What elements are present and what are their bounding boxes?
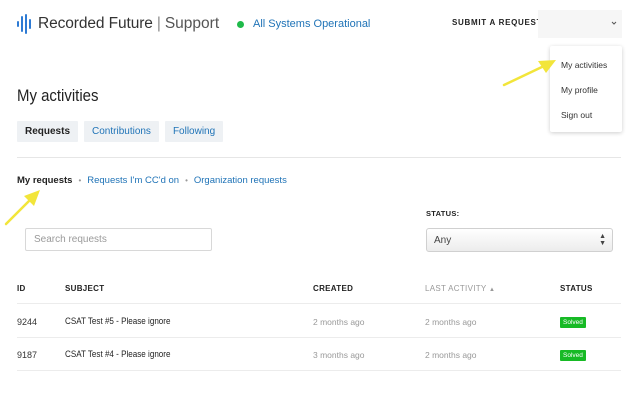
status-badge: Solved <box>560 350 586 361</box>
sort-ascending-icon: ▲ <box>488 287 496 293</box>
status-badge: Solved <box>560 317 586 328</box>
page-title: My activities <box>17 86 99 105</box>
subnav-my-requests[interactable]: My requests <box>17 175 72 186</box>
tab-contributions[interactable]: Contributions <box>84 121 159 142</box>
subnav-requests-ccd[interactable]: Requests I'm CC'd on <box>87 175 179 186</box>
chevron-down-icon <box>611 21 617 25</box>
search-input[interactable] <box>26 229 211 250</box>
column-header-subject[interactable]: SUBJECT <box>65 284 104 293</box>
request-subject-link[interactable]: CSAT Test #5 - Please ignore <box>65 316 170 327</box>
menu-item-sign-out[interactable]: Sign out <box>561 110 592 120</box>
row-divider <box>17 303 621 304</box>
menu-item-my-activities[interactable]: My activities <box>561 60 607 70</box>
subnav-separator: • <box>78 176 82 185</box>
search-requests-field[interactable] <box>25 228 212 251</box>
activity-tabs: Requests Contributions Following <box>17 121 224 142</box>
request-id: 9244 <box>17 317 38 327</box>
submit-request-link[interactable]: SUBMIT A REQUEST <box>452 18 542 27</box>
user-menu-dropdown: My activities My profile Sign out <box>550 46 622 132</box>
select-updown-icon: ▲ ▼ <box>599 233 606 247</box>
annotation-arrow-icon <box>502 60 556 87</box>
system-status-link[interactable]: All Systems Operational <box>253 18 370 30</box>
section-divider <box>17 157 621 158</box>
brand-suffix: Support <box>164 15 220 32</box>
request-created: 2 months ago <box>313 317 365 327</box>
subnav-organization-requests[interactable]: Organization requests <box>194 175 287 186</box>
status-dot-icon <box>237 20 244 28</box>
request-id: 9187 <box>17 350 38 360</box>
brand-logo[interactable]: Recorded Future | Support <box>17 14 219 34</box>
request-filter-nav: My requests • Requests I'm CC'd on • Org… <box>17 175 287 186</box>
column-header-last-activity-label: LAST ACTIVITY <box>425 284 487 293</box>
subnav-separator: • <box>185 176 188 185</box>
row-divider <box>17 370 621 371</box>
recorded-future-logo-icon <box>17 14 33 34</box>
row-divider <box>17 337 621 338</box>
tab-following[interactable]: Following <box>164 121 224 142</box>
tab-requests[interactable]: Requests <box>17 121 79 142</box>
user-menu-button[interactable] <box>538 10 622 38</box>
column-header-id[interactable]: ID <box>17 284 26 293</box>
request-subject-link[interactable]: CSAT Test #4 - Please ignore <box>65 349 170 360</box>
status-filter-select[interactable]: Any ▲ ▼ <box>426 228 613 252</box>
menu-item-my-profile[interactable]: My profile <box>561 85 598 95</box>
brand-separator: | <box>156 15 161 32</box>
column-header-status[interactable]: STATUS <box>560 284 593 293</box>
request-last-activity: 2 months ago <box>425 317 477 327</box>
annotation-arrow-icon <box>4 190 40 226</box>
column-header-last-activity[interactable]: LAST ACTIVITY ▲ <box>425 284 495 293</box>
brand-name: Recorded Future <box>38 15 153 32</box>
request-last-activity: 2 months ago <box>425 350 477 360</box>
status-filter-label: STATUS: <box>426 209 460 218</box>
status-filter-value: Any <box>434 235 452 246</box>
column-header-created[interactable]: CREATED <box>313 284 353 293</box>
site-header: Recorded Future | Support All Systems Op… <box>0 0 636 50</box>
system-status[interactable]: All Systems Operational <box>237 18 370 30</box>
request-created: 3 months ago <box>313 350 365 360</box>
